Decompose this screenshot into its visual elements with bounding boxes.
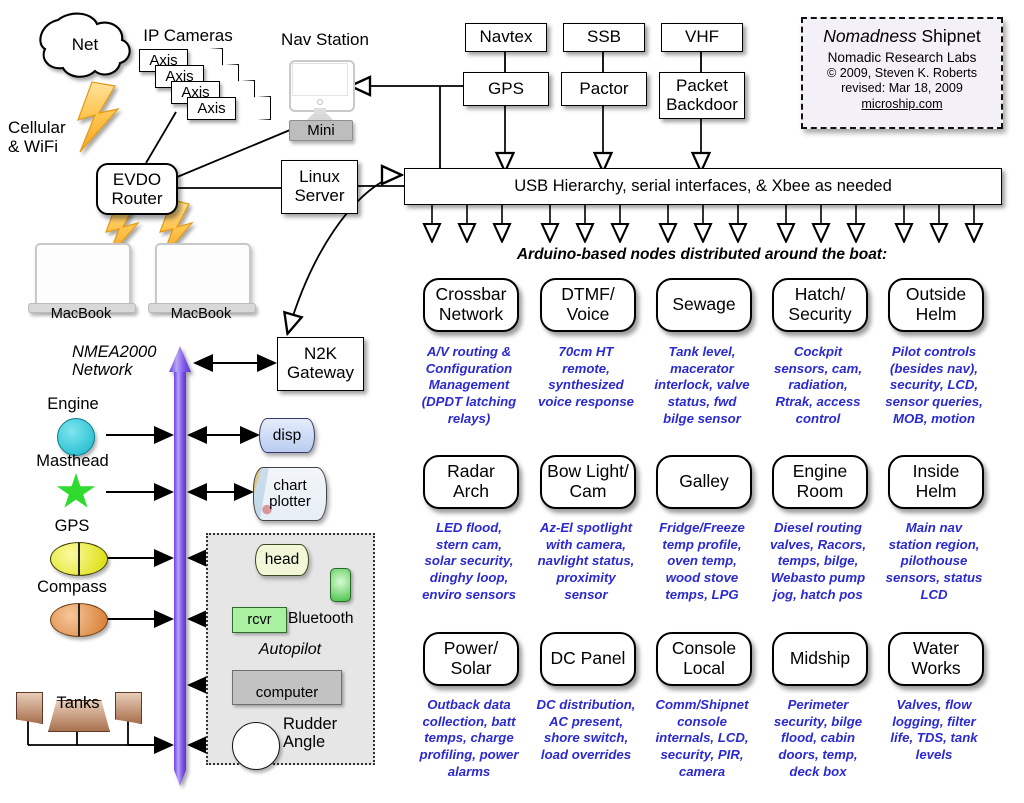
autopilot-computer[interactable]: computer <box>232 670 342 705</box>
linux-server[interactable]: Linux Server <box>281 160 358 214</box>
sensor-compass-label: Compass <box>37 578 107 596</box>
gps-sensor-icon <box>50 542 108 576</box>
camera-lens-icon <box>231 96 271 120</box>
node-dc-panel[interactable]: DC Panel <box>540 632 636 686</box>
compass-sensor-divider <box>78 604 80 636</box>
radio-vhf[interactable]: VHF <box>661 23 743 52</box>
ip-cameras-label: IP Cameras <box>143 26 233 45</box>
tanks-label: Tanks <box>56 694 100 712</box>
node-power-solar[interactable]: Power/ Solar <box>423 632 519 686</box>
mini-to-router-link <box>169 129 291 181</box>
nmea2000-bus-label: NMEA2000 Network <box>72 343 157 380</box>
n2k-display[interactable]: disp <box>259 418 315 453</box>
node-radar-arch-desc: LED flood, stern cam, solar security, di… <box>422 520 516 602</box>
node-water-works-desc: Valves, flow logging, filter life, TDS, … <box>890 697 978 762</box>
nmea2000-bus <box>169 346 191 786</box>
sensor-masthead-label: Masthead <box>36 452 109 470</box>
autopilot-rcvr[interactable]: rcvr <box>232 607 287 633</box>
node-inside-helm[interactable]: Inside Helm <box>888 455 984 509</box>
chart-plotter[interactable]: chart plotter <box>253 467 327 521</box>
node-engine-room-desc: Diesel routing valves, Racors, temps, bi… <box>769 520 867 602</box>
internet-cloud-label: Net <box>71 35 99 54</box>
node-radar-arch[interactable]: Radar Arch <box>423 455 519 509</box>
node-crossbar-network-desc: A/V routing & Configuration Management (… <box>421 344 517 426</box>
plate-title-emph: Nomadness <box>823 26 917 46</box>
rudder-angle-label: Rudder Angle <box>283 715 338 752</box>
plate-copyright: © 2009, Steven K. Roberts <box>827 66 977 80</box>
title-plate: Nomadness Shipnet Nomadic Research Labs … <box>801 17 1003 129</box>
node-sewage[interactable]: Sewage <box>656 278 752 332</box>
node-crossbar-network[interactable]: Crossbar Network <box>423 278 519 332</box>
node-outside-helm-desc: Pilot controls (besides nav), security, … <box>885 344 983 426</box>
node-dtmf-voice[interactable]: DTMF/ Voice <box>540 278 636 332</box>
node-hatch-security[interactable]: Hatch/ Security <box>772 278 868 332</box>
camera-axis-4[interactable]: Axis <box>187 97 236 120</box>
tank-left-icon <box>16 692 43 724</box>
radio-packet-backdoor[interactable]: Packet Backdoor <box>659 72 745 119</box>
compass-sensor-icon <box>50 603 108 637</box>
autopilot-head[interactable]: head <box>255 544 309 576</box>
node-water-works[interactable]: Water Works <box>888 632 984 686</box>
macbook-2-label: MacBook <box>170 306 232 322</box>
nodes-caption: Arduino-based nodes distributed around t… <box>516 246 888 263</box>
node-console-local[interactable]: Console Local <box>656 632 752 686</box>
node-dtmf-voice-desc: 70cm HT remote, synthesized voice respon… <box>537 344 635 409</box>
shipnet-diagram: Nomadness Shipnet Nomadic Research Labs … <box>0 0 1024 803</box>
node-dc-panel-desc: DC distribution, AC present, shore switc… <box>536 697 636 762</box>
tank-right-icon <box>115 692 142 724</box>
node-hatch-security-desc: Cockpit sensors, cam, radiation, Rtrak, … <box>774 344 862 426</box>
radio-gps[interactable]: GPS <box>463 72 549 106</box>
evdo-router[interactable]: EVDO Router <box>96 163 178 215</box>
node-galley[interactable]: Galley <box>656 455 752 509</box>
node-inside-helm-desc: Main nav station region, pilothouse sens… <box>885 520 983 602</box>
plate-revision: revised: Mar 18, 2009 <box>841 81 963 95</box>
node-sewage-desc: Tank level, macerator interlock, valve s… <box>654 344 750 426</box>
bluetooth-dongle-icon <box>330 568 351 602</box>
rudder-angle-gauge-icon <box>232 722 280 770</box>
node-bow-light-cam[interactable]: Bow Light/ Cam <box>540 455 636 509</box>
macbook-1-label: MacBook <box>50 306 112 322</box>
node-bow-light-cam-desc: Az-El spotlight with camera, navlight st… <box>537 520 635 602</box>
node-power-solar-desc: Outback data collection, batt temps, cha… <box>419 697 519 779</box>
autopilot-label: Autopilot <box>258 641 322 658</box>
radio-navtex[interactable]: Navtex <box>465 23 547 52</box>
mac-mini[interactable]: Mini <box>289 120 353 141</box>
usb-node-stubs <box>432 202 974 240</box>
node-midship-desc: Perimeter security, bilge flood, cabin d… <box>773 697 863 779</box>
node-engine-room[interactable]: Engine Room <box>772 455 868 509</box>
sensor-gps-label: GPS <box>54 517 90 535</box>
radio-ssb[interactable]: SSB <box>563 23 645 52</box>
plate-website-link[interactable]: microship.com <box>803 97 1001 111</box>
camera-to-router-link <box>145 111 177 164</box>
cellular-wifi-label: Cellular & WiFi <box>8 118 66 157</box>
node-midship[interactable]: Midship <box>772 632 868 686</box>
node-galley-desc: Fridge/Freeze temp profile, oven temp, w… <box>659 520 745 602</box>
usb-hierarchy-bar: USB Hierarchy, serial interfaces, & Xbee… <box>404 168 1002 205</box>
node-outside-helm[interactable]: Outside Helm <box>888 278 984 332</box>
plate-org: Nomadic Research Labs <box>827 50 977 65</box>
bluetooth-label: Bluetooth <box>288 610 354 627</box>
gps-sensor-divider <box>78 543 80 575</box>
radio-pactor[interactable]: Pactor <box>561 72 647 106</box>
engine-sensor-icon <box>57 418 95 456</box>
sensor-engine-label: Engine <box>47 395 99 413</box>
node-console-local-desc: Comm/Shipnet console internals, LCD, sec… <box>655 697 749 779</box>
plate-title: Nomadness Shipnet <box>803 26 1001 47</box>
nav-station-label: Nav Station <box>281 30 369 49</box>
n2k-gateway[interactable]: N2K Gateway <box>277 337 364 391</box>
plate-title-rest: Shipnet <box>916 26 981 46</box>
